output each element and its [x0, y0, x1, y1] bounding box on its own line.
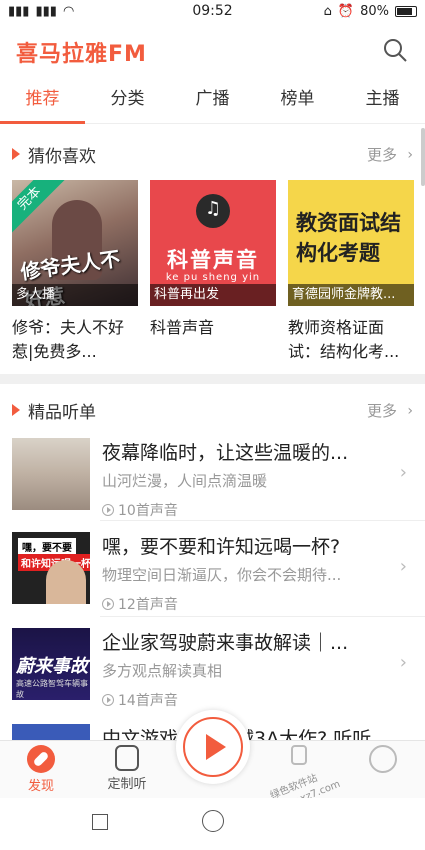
- download-icon: [291, 745, 307, 765]
- tab-anchor[interactable]: 主播: [340, 76, 425, 123]
- tab-recommend[interactable]: 推荐: [0, 76, 85, 124]
- album-card[interactable]: ♫ 科普声音 ke pu sheng yin 科普再出发 科普声音: [150, 180, 276, 340]
- system-nav: [0, 798, 425, 850]
- thumb-subtext: 高速公路智驾车辆事故: [16, 679, 88, 699]
- thumb-text: 嘿，要不要: [18, 538, 76, 555]
- nav-download[interactable]: [264, 745, 334, 767]
- alarm-icon: ⏰: [337, 4, 355, 19]
- album-title[interactable]: 教师资格证面试：结构化考...: [288, 316, 414, 364]
- cover-text: 教资面试结构化考题: [296, 211, 401, 265]
- playlist-title: 嘿，要不要和许知远喝一杯?: [102, 536, 341, 558]
- category-tabs: 推荐 分类 广播 榜单 主播: [0, 76, 425, 124]
- nav-discover[interactable]: 发现: [6, 745, 76, 794]
- list-item[interactable]: 蔚来事故 高速公路智驾车辆事故 企业家驾驶蔚来事故解读｜... 多方观点解读真相…: [0, 622, 425, 718]
- row-divider: [100, 520, 425, 521]
- section-title: 精品听单: [28, 403, 96, 423]
- play-count-icon: [102, 598, 114, 610]
- chevron-right-icon: ›: [399, 556, 407, 577]
- track-count: 12首声音: [102, 594, 178, 614]
- chevron-right-icon[interactable]: ›: [407, 403, 413, 419]
- track-count: 10首声音: [102, 500, 178, 520]
- section-marker-icon: [12, 148, 20, 160]
- play-count-icon: [102, 504, 114, 516]
- playlist-subtitle: 多方观点解读真相: [102, 662, 223, 680]
- status-right: ⌂ ⏰ 80%: [324, 4, 417, 19]
- album-title[interactable]: 修爷：夫人不好惹|免费多...: [12, 316, 138, 364]
- playlist-subtitle: 山河烂漫，人间点滴温暖: [102, 472, 268, 490]
- album-tag: 多人播: [12, 284, 138, 306]
- chevron-right-icon: ›: [399, 652, 407, 673]
- nav-custom-listen[interactable]: 定制听: [92, 745, 162, 792]
- tab-radio[interactable]: 广播: [170, 76, 255, 123]
- guess-you-like-cards: 修爷夫人不好惹 完本 多人播 修爷：夫人不好惹|免费多... ♫ 科普声音 ke…: [12, 180, 422, 370]
- tab-category[interactable]: 分类: [85, 76, 170, 123]
- album-cover[interactable]: 修爷夫人不好惹 完本 多人播: [12, 180, 138, 306]
- list-item[interactable]: 嘿，要不要 和许知远喝一杯 嘿，要不要和许知远喝一杯? 物理空间日渐逼仄，你会不…: [0, 526, 425, 622]
- lock-icon: ⌂: [323, 4, 332, 19]
- playlist-thumb: [12, 438, 90, 510]
- section-divider: [0, 374, 425, 384]
- radio-icon: [115, 745, 139, 771]
- album-cover[interactable]: 教资面试结构化考题 育德园师金牌教...: [288, 180, 414, 306]
- album-title[interactable]: 科普声音: [150, 316, 276, 340]
- album-cover[interactable]: ♫ 科普声音 ke pu sheng yin 科普再出发: [150, 180, 276, 306]
- playlist-thumb: 蔚来事故 高速公路智驾车辆事故: [12, 628, 90, 700]
- play-icon: [206, 734, 226, 760]
- chevron-right-icon[interactable]: ›: [407, 147, 413, 163]
- playlist-header: 精品听单 更多 ›: [0, 390, 425, 430]
- more-link[interactable]: 更多: [367, 400, 397, 421]
- cover-pinyin: ke pu sheng yin: [165, 272, 261, 283]
- battery-text: 80%: [360, 4, 389, 19]
- section-marker-icon: [12, 404, 20, 416]
- section-title: 猜你喜欢: [28, 147, 96, 167]
- play-count-icon: [102, 694, 114, 706]
- playlist-thumb: 嘿，要不要 和许知远喝一杯: [12, 532, 90, 604]
- album-tag: 科普再出发: [150, 284, 276, 306]
- thumb-text: 蔚来事故: [16, 656, 88, 677]
- guess-you-like-header: 猜你喜欢 更多 ›: [0, 134, 425, 174]
- track-count: 14首声音: [102, 690, 178, 710]
- portrait: [46, 560, 86, 604]
- music-note-icon: ♫: [205, 198, 222, 219]
- row-divider: [100, 616, 425, 617]
- app-bar: 喜马拉雅FM: [0, 24, 425, 76]
- chevron-right-icon: ›: [399, 462, 407, 483]
- play-button[interactable]: [176, 710, 250, 784]
- compass-icon: [27, 745, 55, 773]
- playlist-title: 夜幕降临时，让这些温暖的...: [102, 442, 349, 464]
- album-card[interactable]: 教资面试结构化考题 育德园师金牌教... 教师资格证面试：结构化考...: [288, 180, 414, 364]
- tab-ranking[interactable]: 榜单: [255, 76, 340, 123]
- status-bar: ▮▮▮ ▮▮▮ ◠ 09:52 ⌂ ⏰ 80%: [0, 0, 425, 24]
- recent-apps-button[interactable]: [92, 814, 108, 830]
- album-card[interactable]: 修爷夫人不好惹 完本 多人播 修爷：夫人不好惹|免费多...: [12, 180, 138, 364]
- list-item[interactable]: 夜幕降临时，让这些温暖的... 山河烂漫，人间点滴温暖 10首声音 ›: [0, 432, 425, 528]
- cover-text: 科普声音: [167, 248, 259, 272]
- more-link[interactable]: 更多: [367, 144, 397, 165]
- battery-icon: [395, 6, 417, 17]
- search-icon[interactable]: [383, 38, 407, 62]
- home-button[interactable]: [202, 810, 224, 832]
- playlist-subtitle: 物理空间日渐逼仄，你会不会期待...: [102, 566, 342, 584]
- app-logo: 喜马拉雅FM: [16, 42, 147, 67]
- playlist-title: 企业家驾驶蔚来事故解读｜...: [102, 632, 349, 654]
- album-tag: 育德园师金牌教...: [288, 284, 414, 306]
